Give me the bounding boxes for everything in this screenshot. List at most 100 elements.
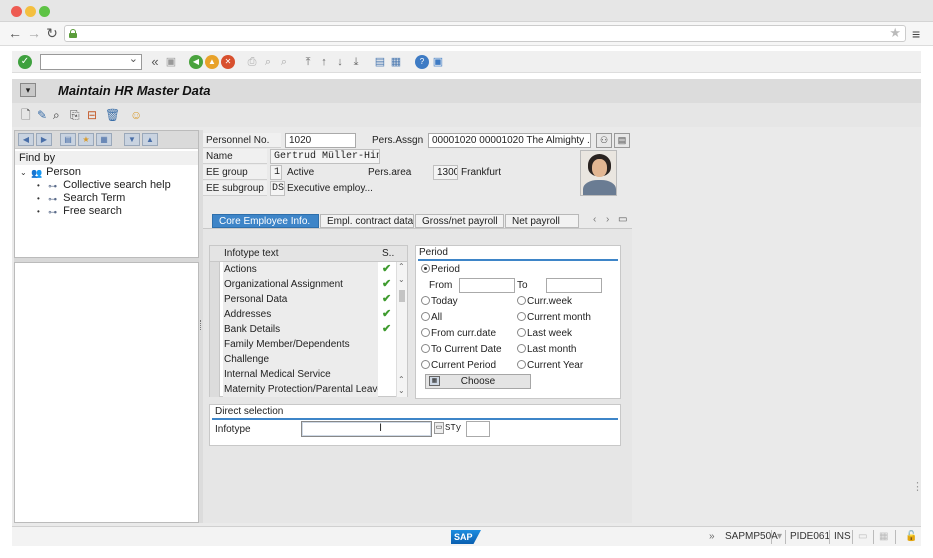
system-menu-icon[interactable]: ▾ — [20, 83, 36, 97]
help-icon[interactable]: ? — [415, 55, 429, 69]
address-bar[interactable]: ★ — [64, 25, 906, 42]
tree-node-free-search[interactable]: • ⊶ Free search — [37, 205, 122, 218]
collapse-icon[interactable]: ▲ — [142, 133, 158, 146]
first-page-icon[interactable]: ⤒ — [301, 55, 315, 69]
print-icon[interactable]: ⎙ — [245, 55, 259, 69]
nav-back-icon[interactable]: ◀ — [18, 133, 34, 146]
shortcut-icon[interactable]: ▦ — [389, 55, 403, 69]
to-date-input[interactable] — [546, 278, 602, 293]
change-icon[interactable]: ✎ — [37, 108, 47, 122]
pers-assgn-dropdown[interactable]: 00001020 00001020 The Almighty ... — [428, 133, 591, 148]
radio-current-year[interactable]: Current Year — [517, 359, 583, 372]
personnel-file-icon[interactable]: ☺ — [130, 108, 142, 122]
table-row[interactable]: Personal Data ✔ — [210, 292, 396, 307]
tab-scroll-left-icon[interactable]: ‹ — [593, 214, 596, 225]
display-icon[interactable]: ⌕ — [53, 108, 60, 122]
customize-layout-icon[interactable]: ▣ — [431, 55, 445, 69]
subtype-input[interactable] — [466, 421, 490, 437]
nav-forward-icon[interactable]: ▶ — [36, 133, 52, 146]
exit-icon[interactable]: ▲ — [205, 55, 219, 69]
radio-period[interactable]: Period — [421, 263, 460, 276]
org-structure-icon[interactable]: ⚇ — [596, 133, 612, 148]
find-next-icon[interactable]: ⌕ — [277, 55, 291, 69]
back-arrow-icon[interactable]: ← — [7, 25, 23, 41]
radio-from-curr-date[interactable]: From curr.date — [421, 327, 496, 340]
tree-expand-icon[interactable]: ⌄ — [20, 166, 28, 179]
tab-net-payroll[interactable]: Net payroll — [505, 214, 579, 228]
tab-gross-net-payroll[interactable]: Gross/net payroll — [415, 214, 504, 228]
infotype-input[interactable] — [301, 421, 432, 437]
tree-node-collective-search[interactable]: • ⊶ Collective search help — [37, 179, 171, 192]
table-row[interactable]: Addresses ✔ — [210, 307, 396, 322]
assignment-overview-icon[interactable]: ▤ — [614, 133, 630, 148]
settings-icon[interactable]: ▦ — [96, 133, 112, 146]
status-program[interactable]: SAPMP50A — [725, 531, 778, 542]
reload-icon[interactable]: ↻ — [44, 25, 60, 41]
minimize-window-button[interactable] — [25, 6, 36, 17]
col-infotype-text[interactable]: Infotype text — [224, 248, 278, 259]
tree-node-person[interactable]: ⌄ 👥 Person — [20, 166, 81, 179]
scroll-page-up-icon[interactable]: ⌃ — [398, 375, 405, 384]
favorites-icon[interactable]: ★ — [78, 133, 94, 146]
table-row[interactable]: Challenge — [210, 352, 396, 367]
copy-icon[interactable]: ⎘ — [70, 108, 80, 122]
tab-list-icon[interactable]: ▭ — [618, 214, 627, 225]
find-icon[interactable]: ⌕ — [261, 55, 275, 69]
next-page-icon[interactable]: ↓ — [333, 55, 347, 69]
tab-scroll-right-icon[interactable]: › — [606, 214, 609, 225]
radio-last-month[interactable]: Last month — [517, 343, 576, 356]
from-date-input[interactable] — [459, 278, 515, 293]
resize-grip-icon[interactable]: ⋮ — [912, 480, 923, 493]
personnel-no-input[interactable]: 1020 — [285, 133, 356, 148]
delimit-icon[interactable]: ⊟ — [87, 108, 97, 122]
collapse-toolbar-icon[interactable]: « — [148, 55, 162, 69]
scroll-down-icon[interactable]: ⌄ — [398, 275, 405, 284]
col-status[interactable]: S.. — [382, 248, 394, 259]
expand-icon[interactable]: ▼ — [124, 133, 140, 146]
table-row[interactable]: Bank Details ✔ — [210, 322, 396, 337]
radio-last-week[interactable]: Last week — [517, 327, 572, 340]
unlock-icon[interactable]: 🔓 — [905, 531, 917, 542]
maximize-window-button[interactable] — [39, 6, 50, 17]
table-row[interactable]: Maternity Protection/Parental Leave — [210, 382, 396, 397]
table-row[interactable]: Actions ✔ — [210, 262, 396, 277]
delete-icon[interactable]: 🗑 — [105, 108, 120, 122]
scroll-up-icon[interactable]: ⌃ — [398, 262, 405, 271]
radio-today[interactable]: Today — [421, 295, 458, 308]
forward-arrow-icon[interactable]: → — [26, 25, 42, 41]
status-input-mode[interactable]: INS — [834, 531, 851, 542]
new-session-icon[interactable]: ▤ — [373, 55, 387, 69]
tree-node-search-term[interactable]: • ⊶ Search Term — [37, 192, 125, 205]
cancel-icon[interactable]: ✕ — [221, 55, 235, 69]
status-expand-icon[interactable]: » — [709, 531, 715, 542]
previous-page-icon[interactable]: ↑ — [317, 55, 331, 69]
table-row[interactable]: Family Member/Dependents — [210, 337, 396, 352]
back-icon[interactable]: ◀ — [189, 55, 203, 69]
save-icon[interactable]: ▣ — [164, 55, 178, 69]
browser-menu-icon[interactable]: ≡ — [912, 26, 920, 42]
value-help-icon[interactable]: ▭ — [434, 422, 444, 434]
status-dropdown-icon[interactable]: ▾ — [777, 531, 782, 542]
radio-to-current-date[interactable]: To Current Date — [421, 343, 502, 356]
table-row[interactable]: Organizational Assignment ✔ — [210, 277, 396, 292]
status-system[interactable]: PIDE061 — [790, 531, 830, 542]
bookmark-star-icon[interactable]: ★ — [889, 25, 901, 41]
scroll-page-down-icon[interactable]: ⌄ — [398, 386, 405, 395]
tab-empl-contract-data[interactable]: Empl. contract data — [320, 214, 414, 228]
last-page-icon[interactable]: ⤓ — [349, 55, 363, 69]
radio-curr-week[interactable]: Curr.week — [517, 295, 572, 308]
choose-button[interactable]: ▦ Choose — [425, 374, 531, 389]
hit-list-icon[interactable]: ▤ — [60, 133, 76, 146]
command-field[interactable] — [40, 52, 142, 70]
radio-current-period[interactable]: Current Period — [421, 359, 496, 372]
tab-core-employee-info[interactable]: Core Employee Info. — [212, 214, 319, 228]
enter-check-icon[interactable]: ✓ — [18, 55, 32, 69]
table-row[interactable]: Internal Medical Service — [210, 367, 396, 382]
close-window-button[interactable] — [11, 6, 22, 17]
create-icon[interactable]: 🗋 — [21, 108, 31, 122]
scroll-thumb[interactable] — [399, 290, 405, 302]
splitter-grip[interactable] — [200, 320, 202, 330]
infotype-table-scrollbar[interactable]: ⌃ ⌄ ⌃ ⌄ — [396, 262, 407, 397]
radio-current-month[interactable]: Current month — [517, 311, 591, 324]
radio-all[interactable]: All — [421, 311, 442, 324]
